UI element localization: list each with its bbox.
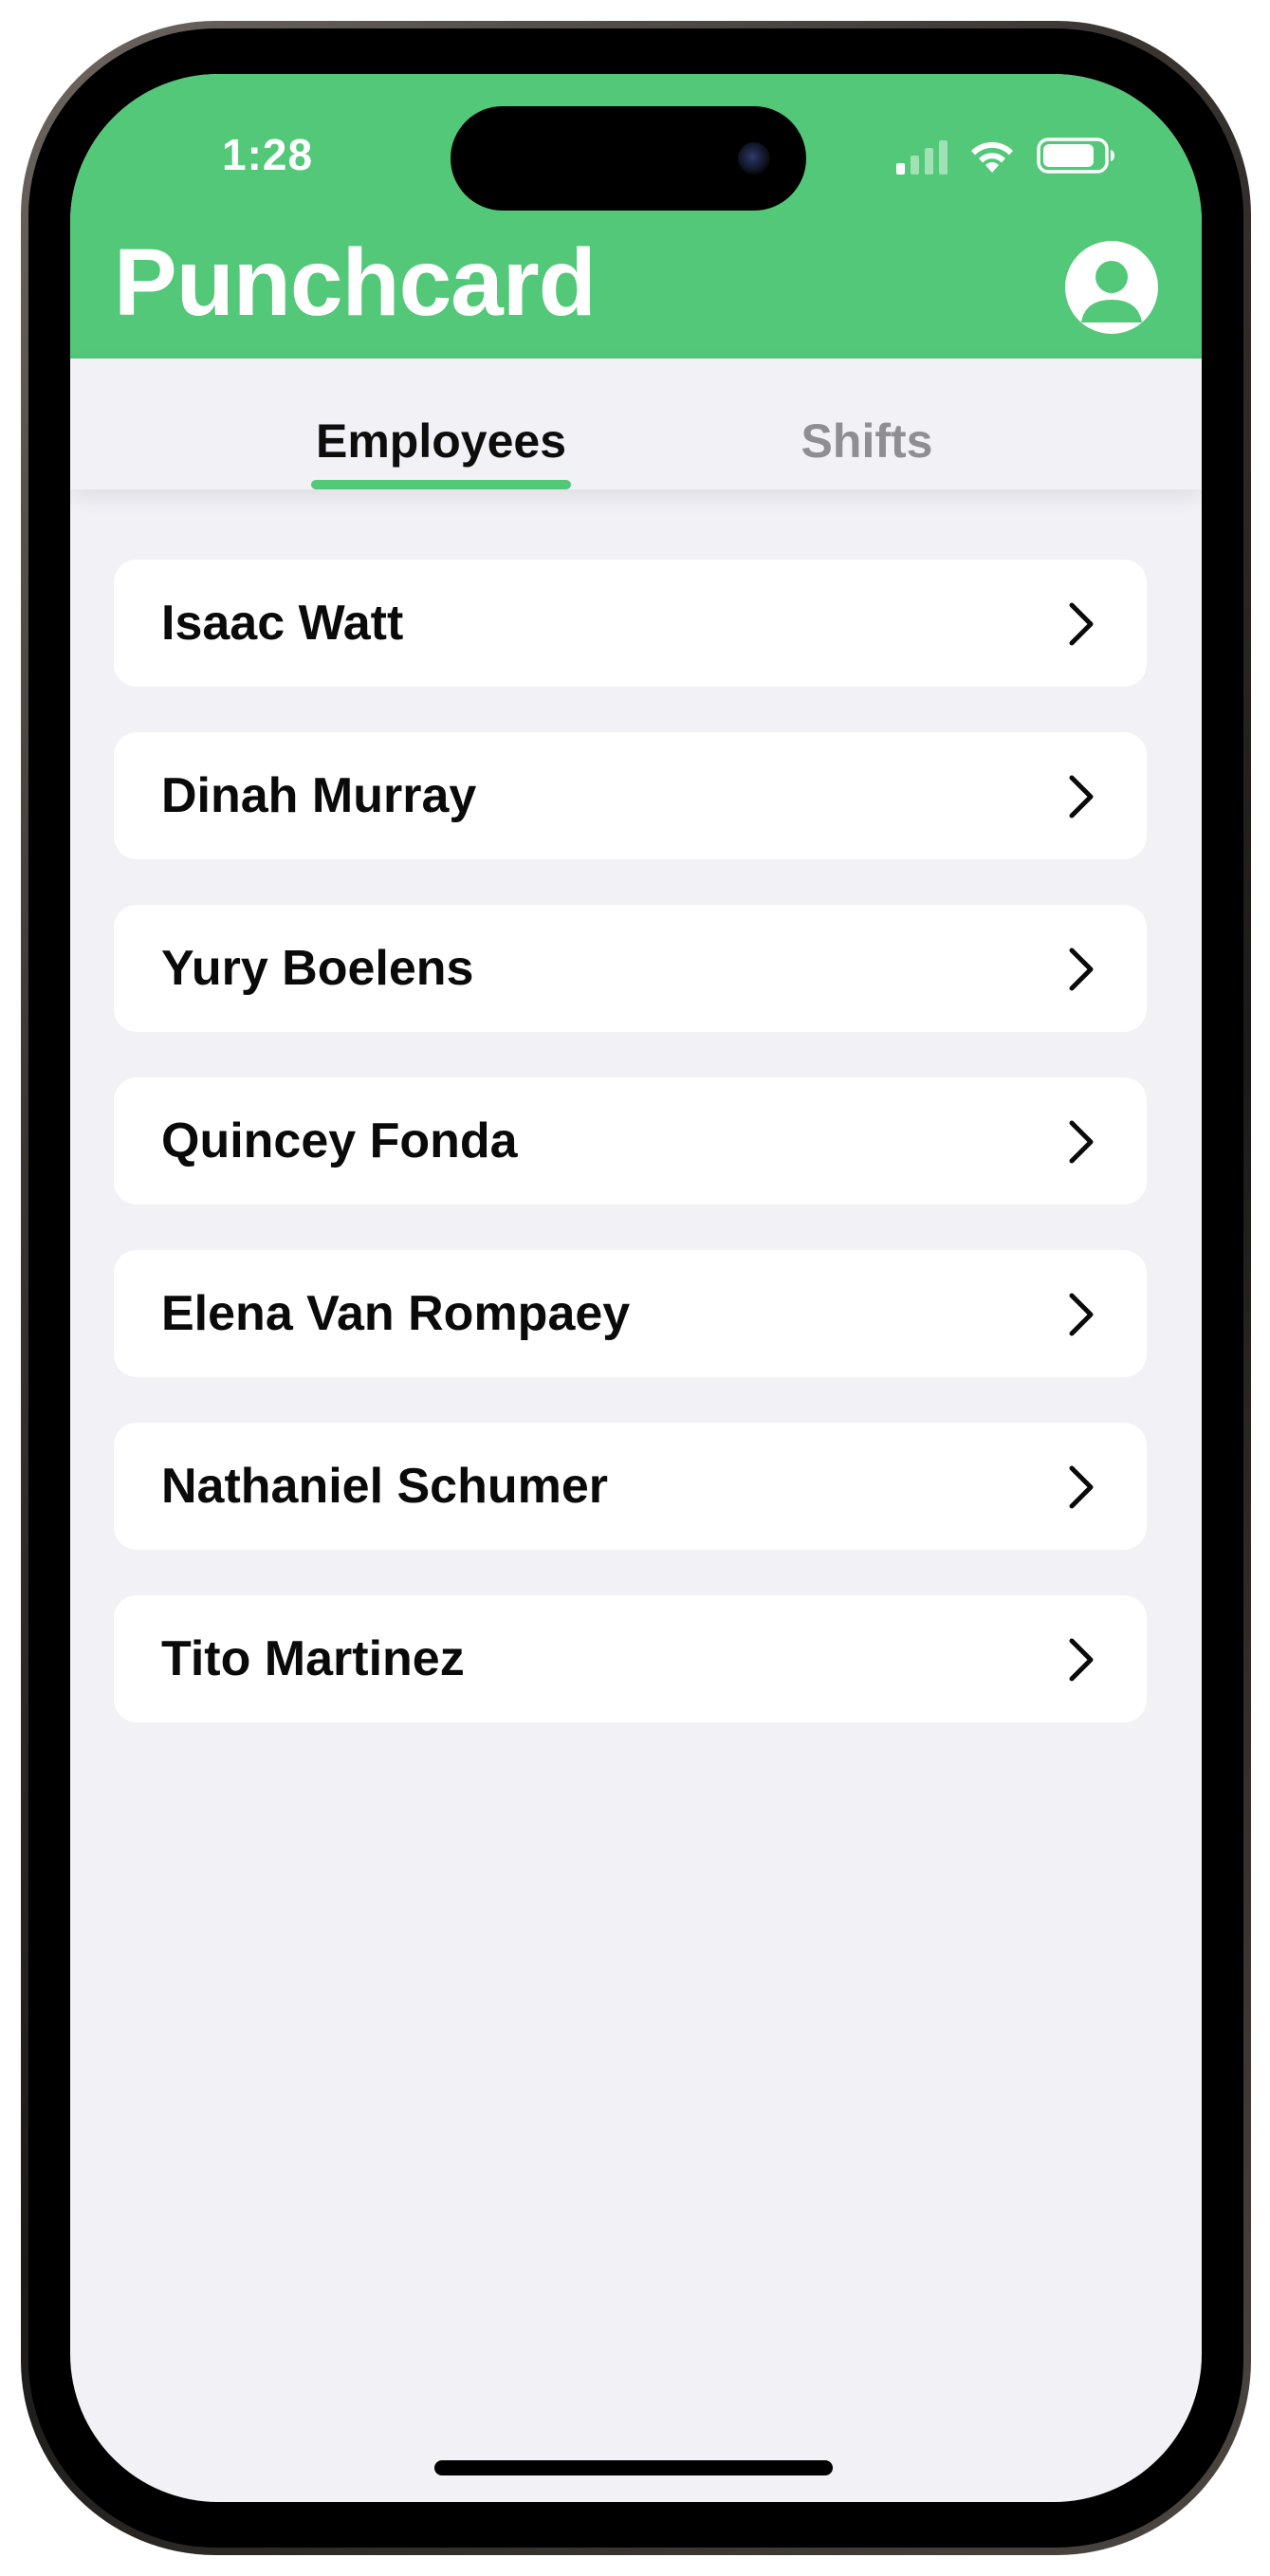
employee-name: Elena Van Rompaey	[161, 1286, 631, 1341]
status-icons	[896, 137, 1116, 175]
chevron-right-icon	[1069, 948, 1094, 991]
phone-bezel: 1:28 Punchcard Employees Shifts Isaac Wa…	[28, 28, 1243, 2548]
signal-bar	[939, 140, 948, 175]
profile-button[interactable]	[1065, 241, 1158, 334]
list-item[interactable]: Elena Van Rompaey	[114, 1250, 1147, 1377]
chevron-right-icon	[1069, 1465, 1094, 1509]
cellular-signal-icon	[896, 140, 948, 175]
signal-bar	[925, 148, 933, 175]
chevron-right-icon	[1069, 1120, 1094, 1164]
tab-employees[interactable]: Employees	[311, 359, 571, 489]
signal-bar	[911, 156, 919, 175]
employee-name: Dinah Murray	[161, 768, 477, 823]
app-title: Punchcard	[114, 230, 597, 336]
segmented-tabs: Employees Shifts	[70, 359, 1202, 489]
tab-shifts[interactable]: Shifts	[772, 359, 962, 489]
tab-label: Employees	[315, 414, 566, 468]
signal-bar	[896, 163, 905, 175]
app-header: 1:28 Punchcard	[70, 74, 1202, 359]
person-circle-icon	[1065, 241, 1158, 334]
list-item[interactable]: Tito Martinez	[114, 1595, 1147, 1722]
chevron-right-icon	[1069, 1293, 1094, 1336]
status-time: 1:28	[222, 130, 314, 179]
dynamic-island	[451, 106, 806, 211]
list-item[interactable]: Nathaniel Schumer	[114, 1423, 1147, 1550]
active-tab-indicator	[311, 480, 571, 489]
employee-name: Nathaniel Schumer	[161, 1459, 609, 1514]
list-item[interactable]: Quincey Fonda	[114, 1077, 1147, 1205]
tab-label: Shifts	[801, 414, 933, 468]
employee-name: Tito Martinez	[161, 1631, 465, 1686]
wifi-icon	[968, 138, 1016, 175]
home-indicator[interactable]	[434, 2460, 833, 2475]
chevron-right-icon	[1069, 1638, 1094, 1682]
list-item[interactable]: Isaac Watt	[114, 560, 1147, 687]
chevron-right-icon	[1069, 602, 1094, 646]
employee-list: Isaac Watt Dinah Murray Yury Boelens Qui…	[114, 560, 1147, 1768]
phone-frame: 1:28 Punchcard Employees Shifts Isaac Wa…	[21, 21, 1251, 2555]
employee-name: Yury Boelens	[161, 941, 474, 996]
front-camera-icon	[738, 142, 770, 175]
battery-icon	[1037, 137, 1116, 175]
screen: 1:28 Punchcard Employees Shifts Isaac Wa…	[70, 74, 1202, 2502]
employee-name: Isaac Watt	[161, 596, 404, 651]
employee-name: Quincey Fonda	[161, 1113, 518, 1168]
chevron-right-icon	[1069, 775, 1094, 819]
list-item[interactable]: Yury Boelens	[114, 905, 1147, 1032]
list-item[interactable]: Dinah Murray	[114, 732, 1147, 859]
